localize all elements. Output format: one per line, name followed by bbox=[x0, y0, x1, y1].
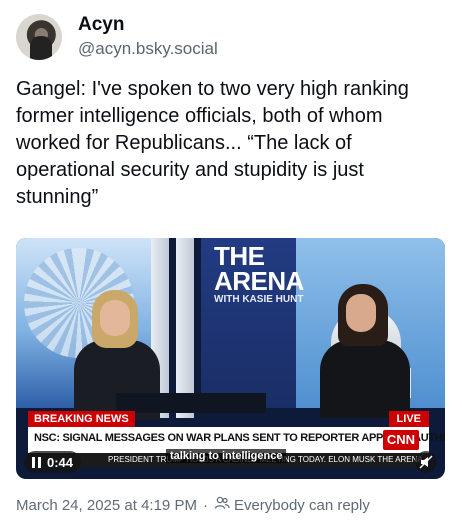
news-chyron: BREAKING NEWS LIVE NSC: SIGNAL MESSAGES … bbox=[16, 408, 445, 479]
separator-dot: · bbox=[202, 496, 208, 514]
anchor-right bbox=[316, 284, 416, 418]
people-icon bbox=[214, 496, 230, 514]
breaking-news-label: BREAKING NEWS bbox=[28, 411, 135, 427]
video-caption: talking to intelligence bbox=[166, 449, 287, 463]
post-timestamp[interactable]: March 24, 2025 at 4:19 PM bbox=[16, 497, 197, 514]
video-player[interactable]: THE ARENA WITH KASIE HUNT BREAKING NEWS … bbox=[16, 238, 445, 479]
backdrop-pillar bbox=[176, 238, 194, 418]
author-handle[interactable]: @acyn.bsky.social bbox=[78, 38, 218, 60]
reply-setting[interactable]: Everybody can reply bbox=[234, 497, 370, 514]
pause-icon[interactable] bbox=[32, 456, 41, 468]
mute-icon[interactable] bbox=[419, 455, 433, 469]
show-logo: THE ARENA WITH KASIE HUNT bbox=[214, 243, 304, 306]
post-text: Gangel: I've spoken to two very high ran… bbox=[16, 78, 415, 208]
author-display-name[interactable]: Acyn bbox=[78, 14, 218, 36]
post-header: Acyn @acyn.bsky.social bbox=[16, 14, 218, 60]
show-logo-line2: ARENA bbox=[214, 266, 304, 296]
mute-button[interactable] bbox=[415, 451, 437, 473]
play-pause-button[interactable]: 0:44 bbox=[24, 451, 82, 473]
show-logo-line3: WITH KASIE HUNT bbox=[214, 294, 304, 305]
video-time: 0:44 bbox=[47, 454, 74, 470]
post-footer: March 24, 2025 at 4:19 PM · Everybody ca… bbox=[16, 496, 370, 514]
avatar[interactable] bbox=[16, 14, 62, 60]
network-logo: CNN bbox=[383, 430, 419, 450]
live-badge: LIVE bbox=[388, 411, 429, 427]
author-names: Acyn @acyn.bsky.social bbox=[78, 14, 218, 60]
